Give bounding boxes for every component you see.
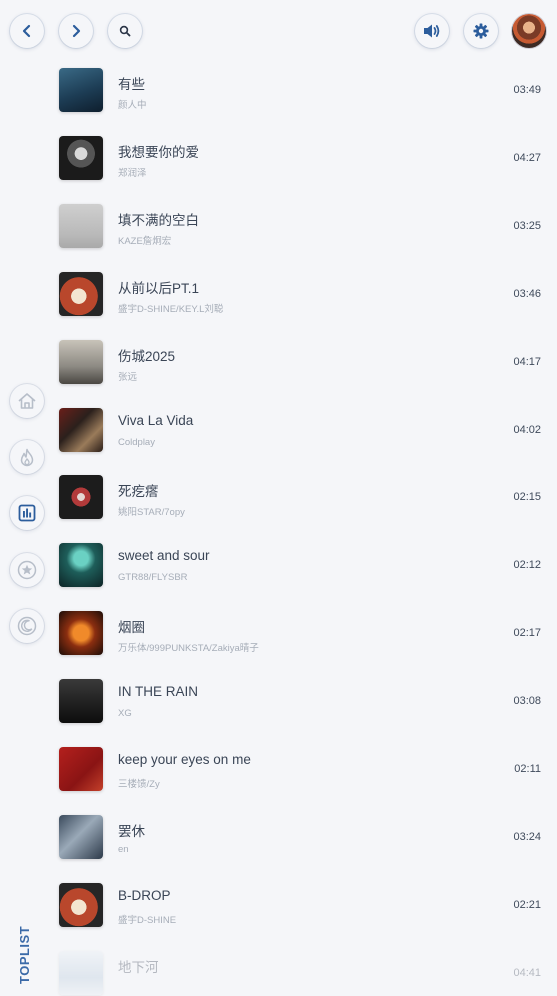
album-cover[interactable] bbox=[59, 815, 103, 859]
song-title[interactable]: sweet and sour bbox=[118, 548, 210, 563]
chevron-left-icon bbox=[22, 24, 31, 38]
song-title[interactable]: 有些 bbox=[118, 73, 145, 93]
album-cover[interactable] bbox=[59, 272, 103, 316]
song-row[interactable]: 伤城2025 张远 04:17 bbox=[0, 334, 557, 402]
song-artist[interactable]: 三楼馈/Zy bbox=[118, 776, 160, 790]
search-icon bbox=[119, 25, 131, 37]
chevron-right-icon bbox=[72, 24, 81, 38]
song-title[interactable]: 从前以后PT.1 bbox=[118, 277, 199, 297]
song-row[interactable]: Viva La Vida Coldplay 04:02 bbox=[0, 402, 557, 470]
song-row[interactable]: B-DROP 盛宇D-SHINE 02:21 bbox=[0, 877, 557, 945]
song-list: 有些颜人中 03:49 我想要你的爱郑润泽 04:27 填不满的空白 KAZE詹炯宏 03:… bbox=[0, 62, 557, 996]
forward-button[interactable] bbox=[59, 14, 93, 48]
song-duration: 04:41 bbox=[513, 967, 541, 979]
song-artist[interactable]: 张远 bbox=[118, 369, 137, 383]
song-artist[interactable]: 姚阳STAR/7opy bbox=[118, 504, 185, 518]
settings-button[interactable] bbox=[464, 14, 498, 48]
song-title[interactable]: 罢休 bbox=[118, 820, 145, 840]
song-row[interactable]: 填不满的空白 KAZE詹炯宏 03:25 bbox=[0, 198, 557, 266]
album-cover[interactable] bbox=[59, 204, 103, 248]
song-row[interactable]: keep your eyes on me 三楼馈/Zy 02:11 bbox=[0, 741, 557, 809]
chart-icon bbox=[18, 504, 36, 522]
user-avatar[interactable] bbox=[512, 14, 546, 48]
album-cover[interactable] bbox=[59, 611, 103, 655]
song-duration: 02:11 bbox=[514, 763, 541, 775]
song-artist[interactable]: en bbox=[118, 844, 129, 855]
album-cover[interactable] bbox=[59, 679, 103, 723]
song-title[interactable]: 烟圈 bbox=[118, 616, 145, 636]
song-title[interactable]: Viva La Vida bbox=[118, 413, 193, 428]
album-cover[interactable] bbox=[59, 68, 103, 112]
song-artist[interactable]: 万乐体/999PUNKSTA/Zakiya晴子 bbox=[118, 640, 259, 654]
song-artist[interactable]: KAZE詹炯宏 bbox=[118, 233, 171, 247]
album-cover[interactable] bbox=[59, 883, 103, 927]
album-cover[interactable] bbox=[59, 951, 103, 995]
sidebar-trending-button[interactable] bbox=[10, 440, 44, 474]
song-title[interactable]: 伤城2025 bbox=[118, 345, 175, 365]
song-duration: 03:08 bbox=[513, 695, 541, 707]
song-title[interactable]: 地下河 bbox=[118, 956, 159, 976]
gear-icon bbox=[473, 23, 489, 39]
section-label-toplist: TOPLIST bbox=[17, 925, 32, 984]
song-duration: 02:17 bbox=[513, 627, 541, 639]
song-duration: 04:27 bbox=[513, 152, 541, 164]
sidebar-favorites-button[interactable] bbox=[10, 553, 44, 587]
volume-button[interactable] bbox=[415, 14, 449, 48]
song-title[interactable]: B-DROP bbox=[118, 888, 171, 903]
song-duration: 04:02 bbox=[513, 424, 541, 436]
song-title[interactable]: keep your eyes on me bbox=[118, 752, 251, 767]
song-duration: 03:46 bbox=[513, 288, 541, 300]
song-artist[interactable]: 盛宇D-SHINE/KEY.L刘聪 bbox=[118, 301, 223, 315]
sidebar-night-button[interactable] bbox=[10, 609, 44, 643]
song-title[interactable]: IN THE RAIN bbox=[118, 684, 198, 699]
song-duration: 04:17 bbox=[513, 356, 541, 368]
album-cover[interactable] bbox=[59, 543, 103, 587]
search-button[interactable] bbox=[108, 14, 142, 48]
song-row[interactable]: sweet and sour GTR88/FLYSBR 02:12 bbox=[0, 537, 557, 605]
song-row[interactable]: IN THE RAIN XG 03:08 bbox=[0, 673, 557, 741]
song-artist[interactable]: GTR88/FLYSBR bbox=[118, 572, 188, 583]
back-button[interactable] bbox=[10, 14, 44, 48]
album-cover[interactable] bbox=[59, 136, 103, 180]
song-row[interactable]: 有些颜人中 03:49 bbox=[0, 62, 557, 130]
song-row[interactable]: 我想要你的爱郑润泽 04:27 bbox=[0, 130, 557, 198]
song-row[interactable]: 死疙瘩姚阳STAR/7opy 02:15 bbox=[0, 469, 557, 537]
album-cover[interactable] bbox=[59, 747, 103, 791]
song-row[interactable]: 烟圈万乐体/999PUNKSTA/Zakiya晴子 02:17 bbox=[0, 605, 557, 673]
album-cover[interactable] bbox=[59, 340, 103, 384]
song-title[interactable]: 死疙瘩 bbox=[118, 480, 159, 500]
song-duration: 02:15 bbox=[513, 491, 541, 503]
song-row[interactable]: 从前以后PT.1 盛宇D-SHINE/KEY.L刘聪 03:46 bbox=[0, 266, 557, 334]
song-duration: 02:21 bbox=[513, 899, 541, 911]
song-artist[interactable]: XG bbox=[118, 708, 132, 719]
song-duration: 02:12 bbox=[513, 559, 541, 571]
song-title[interactable]: 我想要你的爱 bbox=[118, 141, 199, 161]
song-row[interactable]: 罢休 en 03:24 bbox=[0, 809, 557, 877]
song-artist[interactable]: 颜人中 bbox=[118, 97, 147, 111]
moon-icon bbox=[17, 616, 37, 636]
sidebar-home-button[interactable] bbox=[10, 384, 44, 418]
song-artist[interactable]: 盛宇D-SHINE bbox=[118, 912, 176, 926]
sidebar-toplist-button[interactable] bbox=[10, 496, 44, 530]
flame-icon bbox=[20, 448, 34, 466]
song-duration: 03:25 bbox=[513, 220, 541, 232]
song-artist[interactable]: 郑润泽 bbox=[118, 165, 147, 179]
song-artist[interactable]: Coldplay bbox=[118, 437, 155, 448]
song-duration: 03:49 bbox=[513, 84, 541, 96]
app-window: 有些颜人中 03:49 我想要你的爱郑润泽 04:27 填不满的空白 KAZE詹炯宏 03:… bbox=[0, 0, 557, 996]
star-icon bbox=[17, 560, 37, 580]
song-row[interactable]: 地下河 04:41 bbox=[0, 945, 557, 996]
top-bar bbox=[0, 0, 557, 62]
album-cover[interactable] bbox=[59, 408, 103, 452]
song-duration: 03:24 bbox=[513, 831, 541, 843]
song-title[interactable]: 填不满的空白 bbox=[118, 209, 199, 229]
album-cover[interactable] bbox=[59, 475, 103, 519]
volume-icon bbox=[424, 24, 440, 38]
home-icon bbox=[18, 393, 36, 409]
